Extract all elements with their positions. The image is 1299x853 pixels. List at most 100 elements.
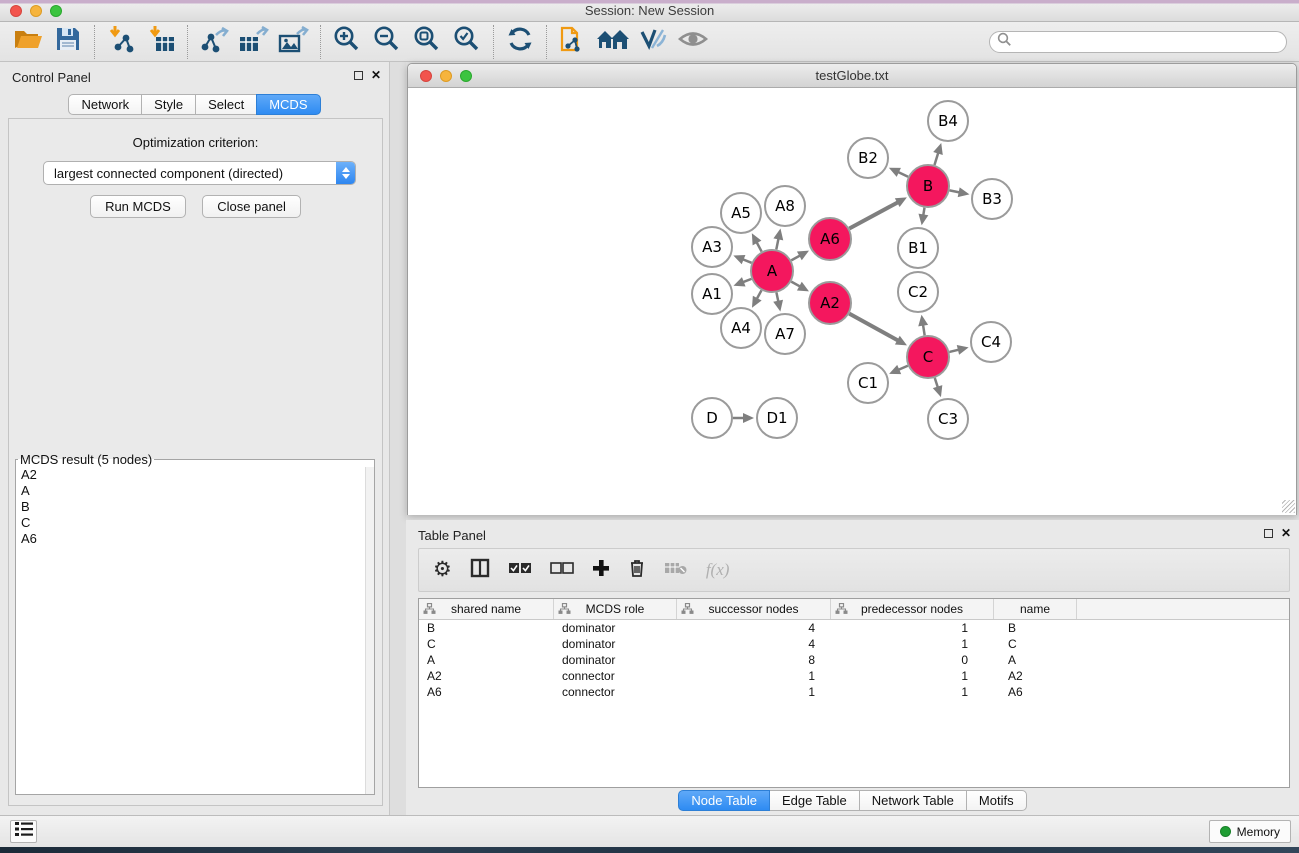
- graph-edge-B-B4[interactable]: [934, 152, 938, 165]
- table-cell: A: [419, 652, 554, 668]
- import-network-button[interactable]: [101, 25, 141, 59]
- export-image-button[interactable]: [274, 25, 314, 59]
- function-builder-button[interactable]: f(x): [706, 555, 730, 585]
- tab-network[interactable]: Network: [68, 94, 142, 115]
- table-toolbar: ⚙ f(x): [418, 548, 1290, 592]
- zoom-fit-icon: [413, 25, 441, 58]
- zoom-fit-button[interactable]: [407, 25, 447, 59]
- add-column-button[interactable]: [592, 555, 610, 585]
- home-button[interactable]: [593, 25, 633, 59]
- control-panel-tabs: NetworkStyleSelectMCDS: [68, 94, 320, 115]
- graph-node-label-B: B: [923, 177, 933, 195]
- dropdown-stepper-icon: [336, 162, 355, 184]
- criterion-dropdown[interactable]: largest connected component (directed): [43, 161, 356, 185]
- table-panel-title: Table Panel: [418, 528, 486, 543]
- gear-icon: ⚙: [433, 559, 452, 581]
- graph-edge-A6-B[interactable]: [849, 202, 899, 229]
- close-panel-button[interactable]: Close panel: [202, 195, 301, 218]
- network-from-file-button[interactable]: [553, 25, 593, 59]
- open-session-button[interactable]: [8, 25, 48, 59]
- table-row[interactable]: Cdominator41C: [419, 636, 1289, 652]
- mcds-result-item[interactable]: C: [16, 515, 374, 531]
- zoom-out-button[interactable]: [367, 25, 407, 59]
- zoom-selected-button[interactable]: [447, 25, 487, 59]
- table-cell: 8: [677, 652, 831, 668]
- column-layout-button[interactable]: [470, 555, 490, 585]
- select-all-button[interactable]: [508, 555, 532, 585]
- table-row[interactable]: A2connector11A2: [419, 668, 1289, 684]
- network-window-titlebar[interactable]: testGlobe.txt: [408, 64, 1296, 88]
- save-session-button[interactable]: [48, 25, 88, 59]
- table-row[interactable]: Bdominator41B: [419, 620, 1289, 636]
- mcds-result-list[interactable]: A2ABCA6: [16, 467, 374, 794]
- column-header-name[interactable]: name: [994, 599, 1077, 619]
- table-settings-button[interactable]: ⚙: [433, 555, 452, 585]
- list-icon: [14, 820, 34, 843]
- graph-node-label-A4: A4: [731, 319, 751, 337]
- tab-mcds[interactable]: MCDS: [256, 94, 320, 115]
- tab-select[interactable]: Select: [195, 94, 257, 115]
- float-panel-icon[interactable]: [354, 71, 363, 80]
- search-field[interactable]: [989, 31, 1287, 53]
- column-header-predecessor-nodes[interactable]: predecessor nodes: [831, 599, 994, 619]
- minimize-window-icon[interactable]: [30, 5, 42, 17]
- network-graph[interactable]: AA1A2A3A4A5A6A7A8BB1B2B3B4CC1C2C3C4DD1: [408, 89, 1296, 515]
- memory-button[interactable]: Memory: [1209, 820, 1291, 843]
- task-history-button[interactable]: [10, 820, 37, 843]
- table-cell: A2: [994, 668, 1077, 684]
- zoom-in-button[interactable]: [327, 25, 367, 59]
- hide-graphics-details-button[interactable]: [633, 25, 673, 59]
- mcds-result-item[interactable]: B: [16, 499, 374, 515]
- column-header-MCDS-role[interactable]: MCDS role: [554, 599, 677, 619]
- column-header-label: successor nodes: [708, 602, 798, 616]
- mcds-result-item[interactable]: A: [16, 483, 374, 499]
- table-tab-edge-table[interactable]: Edge Table: [769, 790, 860, 811]
- graph-node-label-C3: C3: [938, 410, 958, 428]
- import-table-button[interactable]: [141, 25, 181, 59]
- graph-edge-A2-C[interactable]: [849, 314, 899, 341]
- edge-arrowhead-icon: [733, 277, 745, 286]
- zoom-window-icon[interactable]: [50, 5, 62, 17]
- mcds-result-item[interactable]: A2: [16, 467, 374, 483]
- import-table-icon: [146, 25, 176, 58]
- table-header-row: shared nameMCDS role successor nodes prede…: [419, 599, 1289, 620]
- close-table-panel-icon[interactable]: ✕: [1281, 528, 1291, 538]
- table-cell: A6: [994, 684, 1077, 700]
- table-cell: 4: [677, 620, 831, 636]
- table-tab-motifs[interactable]: Motifs: [966, 790, 1027, 811]
- mcds-result-item[interactable]: A6: [16, 531, 374, 547]
- network-minimize-icon[interactable]: [440, 70, 452, 82]
- export-network-button[interactable]: [194, 25, 234, 59]
- delete-table-button[interactable]: [664, 555, 688, 585]
- table-cell: 1: [677, 684, 831, 700]
- toolbar-separator: [493, 25, 494, 59]
- graph-node-label-D: D: [706, 409, 718, 427]
- graph-node-label-B2: B2: [858, 149, 878, 167]
- tab-style[interactable]: Style: [141, 94, 196, 115]
- column-header-shared-name[interactable]: shared name: [419, 599, 554, 619]
- network-zoom-icon[interactable]: [460, 70, 472, 82]
- float-table-panel-icon[interactable]: [1264, 529, 1273, 538]
- table-tab-network-table[interactable]: Network Table: [859, 790, 967, 811]
- export-table-button[interactable]: [234, 25, 274, 59]
- table-row[interactable]: A6connector11A6: [419, 684, 1289, 700]
- mcds-result-scrollbar[interactable]: [365, 467, 374, 794]
- mcds-panel: Optimization criterion: largest connecte…: [8, 118, 383, 806]
- open-folder-icon: [13, 26, 43, 57]
- delete-column-button[interactable]: [628, 555, 646, 585]
- search-input[interactable]: [1012, 33, 1286, 51]
- deselect-all-button[interactable]: [550, 555, 574, 585]
- window-controls[interactable]: [10, 5, 62, 17]
- refresh-button[interactable]: [500, 25, 540, 59]
- table-tab-node-table[interactable]: Node Table: [678, 790, 770, 811]
- close-window-icon[interactable]: [10, 5, 22, 17]
- run-mcds-button[interactable]: Run MCDS: [90, 195, 186, 218]
- network-close-icon[interactable]: [420, 70, 432, 82]
- close-panel-icon[interactable]: ✕: [371, 70, 381, 80]
- resize-grip[interactable]: [1282, 500, 1295, 513]
- column-header-successor-nodes[interactable]: successor nodes: [677, 599, 831, 619]
- table-row[interactable]: Adominator80A: [419, 652, 1289, 668]
- zoom-in-icon: [333, 25, 361, 58]
- plus-icon: [592, 559, 610, 582]
- show-graphics-details-button[interactable]: [673, 25, 713, 59]
